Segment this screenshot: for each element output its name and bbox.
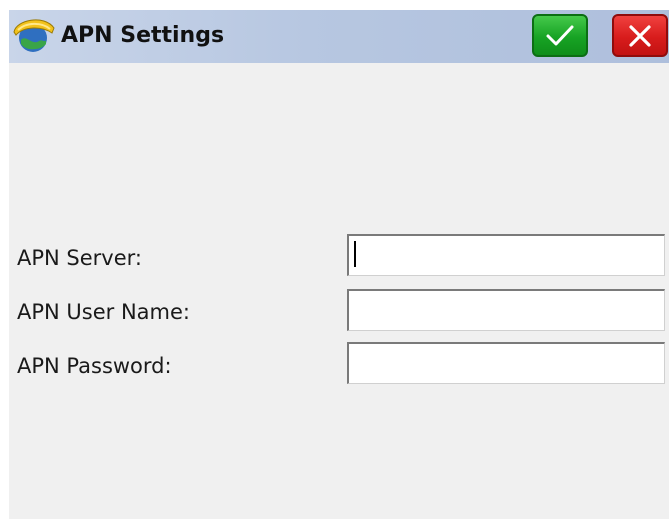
close-icon xyxy=(629,24,651,47)
apn-settings-screen: APN Settings APN Server: APN User Name: … xyxy=(0,0,669,519)
apn-server-input[interactable] xyxy=(347,234,665,276)
check-icon xyxy=(546,25,574,45)
apn-password-label: APN Password: xyxy=(17,354,172,378)
apn-user-name-label: APN User Name: xyxy=(17,300,190,324)
cancel-button[interactable] xyxy=(612,14,668,57)
survey-helmet-globe-icon xyxy=(13,19,55,52)
text-cursor xyxy=(354,241,356,267)
ok-button[interactable] xyxy=(532,14,588,57)
apn-user-name-input[interactable] xyxy=(347,289,665,331)
apn-password-input[interactable] xyxy=(347,342,665,384)
title-bar: APN Settings xyxy=(9,10,669,63)
window-title: APN Settings xyxy=(61,23,225,48)
settings-form: APN Server: APN User Name: APN Password: xyxy=(9,63,669,519)
apn-server-label: APN Server: xyxy=(17,246,142,270)
